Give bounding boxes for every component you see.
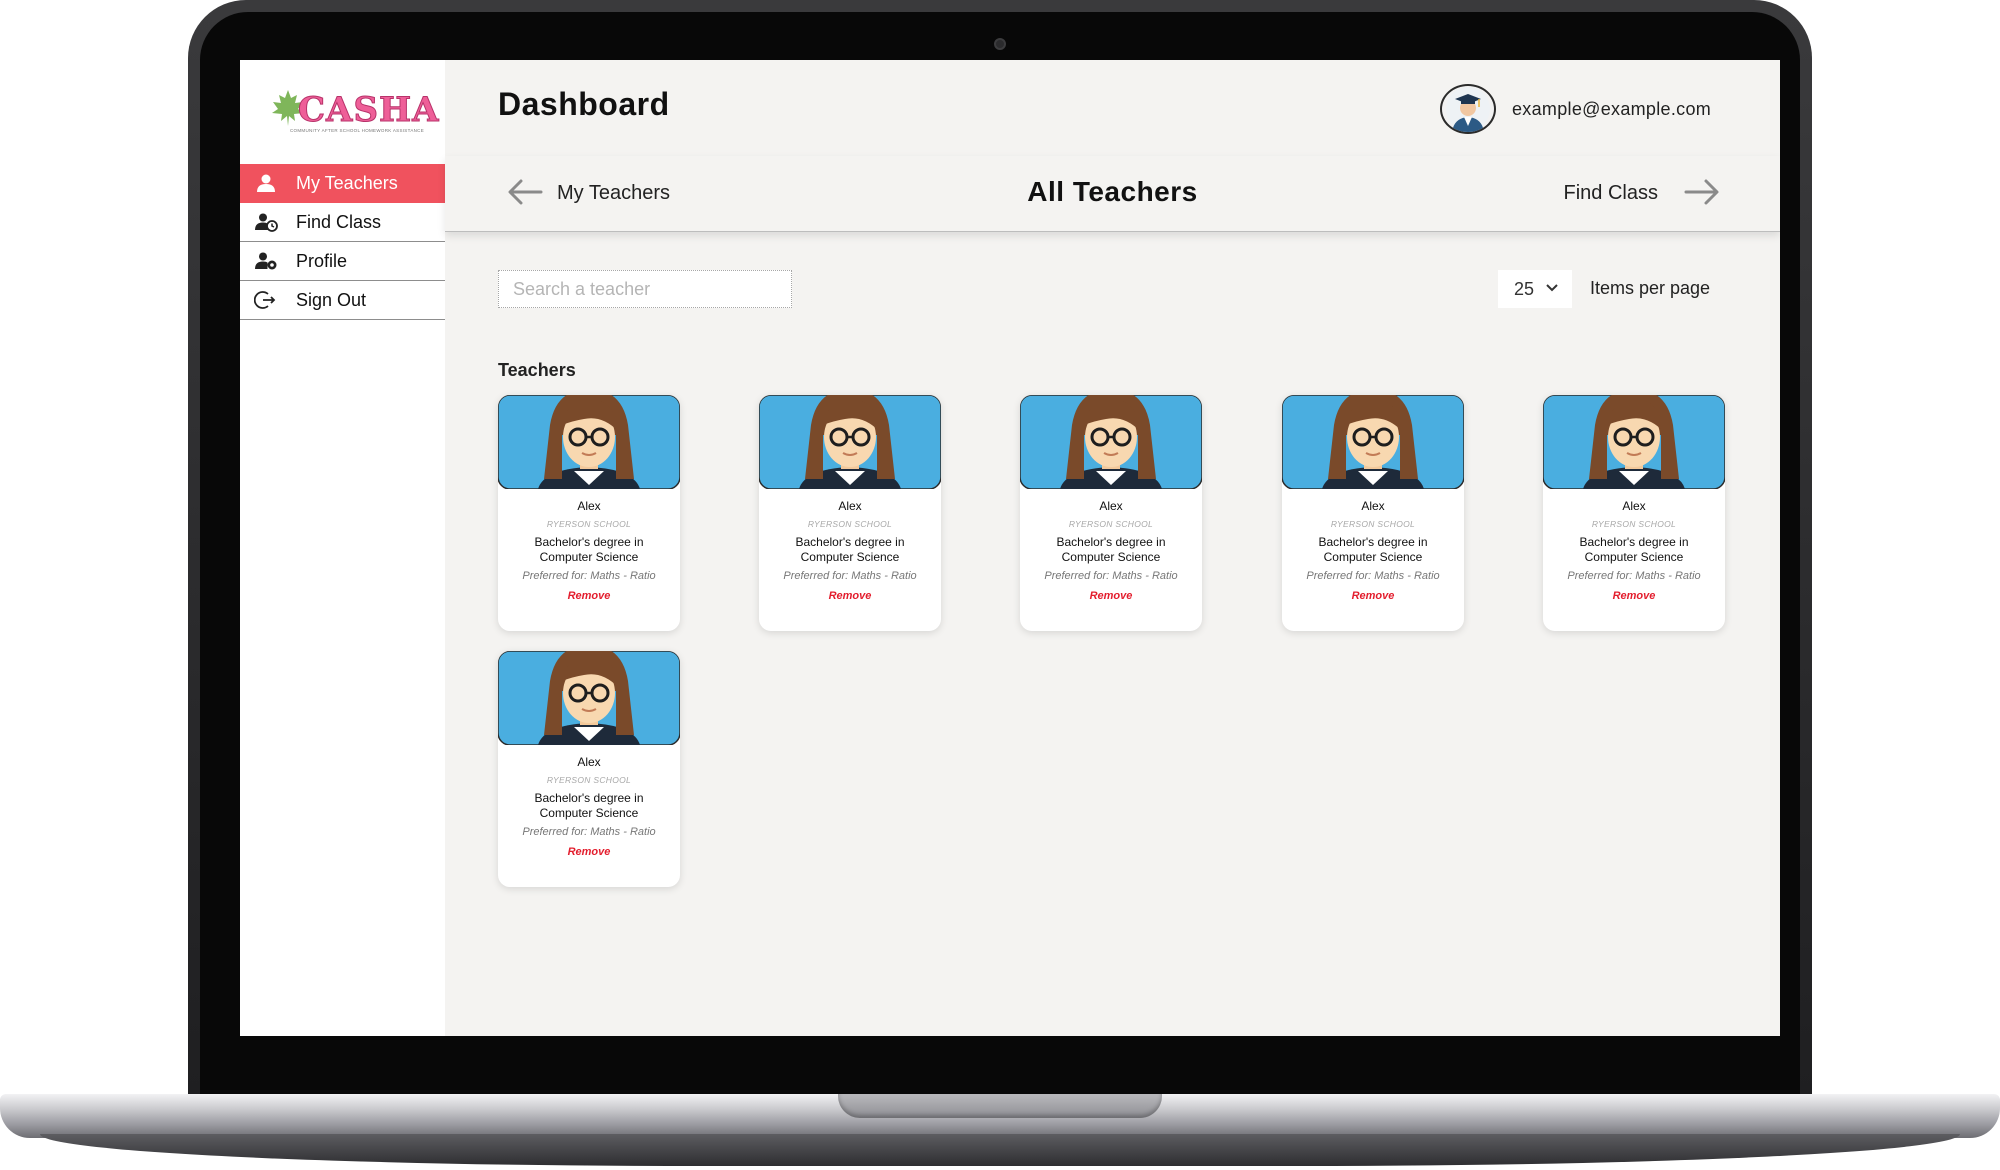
- search-input[interactable]: [498, 270, 792, 308]
- teacher-card[interactable]: Alex RYERSON SCHOOL Bachelor's degree in…: [498, 651, 680, 887]
- teacher-name: Alex: [1099, 499, 1123, 513]
- user-clock-icon: [255, 213, 278, 232]
- teacher-card[interactable]: Alex RYERSON SCHOOL Bachelor's degree in…: [1543, 395, 1725, 631]
- teacher-name: Alex: [1361, 499, 1385, 513]
- items-per-page-select[interactable]: 25: [1498, 270, 1572, 308]
- teacher-photo: [1282, 395, 1464, 490]
- teacher-photo: [1020, 395, 1202, 490]
- teacher-degree: Bachelor's degree in Computer Science: [1056, 535, 1166, 564]
- user-email: example@example.com: [1512, 98, 1712, 119]
- user-menu[interactable]: example@example.com: [1440, 84, 1711, 134]
- sidebar-item-label: My Teachers: [296, 172, 398, 193]
- avatar[interactable]: [1440, 84, 1496, 134]
- teacher-degree: Bachelor's degree in Computer Science: [1579, 535, 1689, 564]
- teacher-card[interactable]: Alex RYERSON SCHOOL Bachelor's degree in…: [498, 395, 680, 631]
- teacher-school: RYERSON SCHOOL: [807, 519, 893, 529]
- teacher-school: RYERSON SCHOOL: [1068, 519, 1154, 529]
- teacher-photo: [759, 395, 941, 490]
- sidebar-item-find-class[interactable]: Find Class: [240, 203, 445, 242]
- next-label[interactable]: Find Class: [1564, 182, 1658, 205]
- teacher-card[interactable]: Alex RYERSON SCHOOL Bachelor's degree in…: [1020, 395, 1202, 631]
- teacher-preferred: Preferred for: Maths - Ratio: [522, 826, 656, 838]
- logo-text: CASHA: [298, 90, 440, 131]
- remove-teacher-button[interactable]: Remove: [1613, 590, 1656, 602]
- teacher-avatar-icon: [759, 395, 941, 490]
- teacher-photo: [498, 651, 680, 746]
- sidebar-item-my-teachers[interactable]: My Teachers: [240, 164, 445, 203]
- teacher-school: RYERSON SCHOOL: [1330, 519, 1416, 529]
- app-screen: CASHA COMMUNITY AFTER SCHOOL HOMEWORK AS…: [240, 60, 1780, 1036]
- sidebar-item-label: Find Class: [296, 211, 382, 232]
- sidebar-item-label: Profile: [296, 250, 348, 271]
- teacher-name: Alex: [577, 755, 601, 769]
- sign-out-icon: [254, 291, 276, 309]
- sidebar: CASHA COMMUNITY AFTER SCHOOL HOMEWORK AS…: [240, 60, 445, 1036]
- teacher-avatar-icon: [498, 651, 680, 746]
- teacher-school: RYERSON SCHOOL: [1591, 519, 1677, 529]
- user-icon: [257, 174, 275, 192]
- teachers-section-label: Teachers: [498, 360, 576, 380]
- teacher-photo: [498, 395, 680, 490]
- teacher-degree: Bachelor's degree in Computer Science: [1318, 535, 1428, 564]
- teacher-preferred: Preferred for: Maths - Ratio: [1044, 570, 1178, 582]
- teacher-avatar-icon: [498, 395, 680, 490]
- teacher-school: RYERSON SCHOOL: [546, 519, 632, 529]
- laptop-base-bottom: [40, 1134, 1960, 1166]
- teacher-avatar-icon: [1543, 395, 1725, 490]
- items-per-page-label: Items per page: [1590, 278, 1711, 298]
- user-gear-icon: [255, 252, 277, 270]
- teacher-name: Alex: [838, 499, 862, 513]
- remove-teacher-button[interactable]: Remove: [568, 590, 611, 602]
- casha-logo[interactable]: CASHA COMMUNITY AFTER SCHOOL HOMEWORK AS…: [270, 88, 439, 136]
- teacher-avatar-icon: [1020, 395, 1202, 490]
- graduate-avatar-icon: [1446, 87, 1490, 132]
- teacher-degree: Bachelor's degree in Computer Science: [534, 791, 644, 820]
- chevron-down-icon: [1546, 284, 1558, 292]
- sidebar-item-label: Sign Out: [296, 289, 367, 310]
- teacher-photo: [1543, 395, 1725, 490]
- sidebar-nav: My Teachers Find Class Profile Sign Out: [240, 164, 445, 320]
- sidebar-item-profile[interactable]: Profile: [240, 242, 445, 281]
- logo-subtitle: COMMUNITY AFTER SCHOOL HOMEWORK ASSISTAN…: [290, 128, 425, 133]
- items-per-page-value: 25: [1514, 278, 1535, 299]
- teacher-degree: Bachelor's degree in Computer Science: [795, 535, 905, 564]
- remove-teacher-button[interactable]: Remove: [1090, 590, 1133, 602]
- page-title: Dashboard: [498, 86, 670, 122]
- subheader-bar: My Teachers All Teachers Find Class: [445, 156, 1780, 232]
- teacher-card[interactable]: Alex RYERSON SCHOOL Bachelor's degree in…: [1282, 395, 1464, 631]
- teacher-name: Alex: [577, 499, 601, 513]
- remove-teacher-button[interactable]: Remove: [1352, 590, 1395, 602]
- remove-teacher-button[interactable]: Remove: [829, 590, 872, 602]
- teacher-preferred: Preferred for: Maths - Ratio: [1567, 570, 1701, 582]
- teacher-preferred: Preferred for: Maths - Ratio: [783, 570, 917, 582]
- teacher-preferred: Preferred for: Maths - Ratio: [522, 570, 656, 582]
- teacher-avatar-icon: [1282, 395, 1464, 490]
- next-button[interactable]: [1682, 172, 1722, 212]
- teacher-school: RYERSON SCHOOL: [546, 775, 632, 785]
- remove-teacher-button[interactable]: Remove: [568, 846, 611, 858]
- arrow-right-icon: [1684, 179, 1719, 205]
- teacher-degree: Bachelor's degree in Computer Science: [534, 535, 644, 564]
- teacher-preferred: Preferred for: Maths - Ratio: [1306, 570, 1440, 582]
- laptop-notch: [838, 1094, 1162, 1118]
- teacher-card[interactable]: Alex RYERSON SCHOOL Bachelor's degree in…: [759, 395, 941, 631]
- teacher-name: Alex: [1622, 499, 1646, 513]
- laptop-frame: CASHA COMMUNITY AFTER SCHOOL HOMEWORK AS…: [0, 0, 2000, 1170]
- camera-icon: [994, 38, 1006, 50]
- sidebar-item-sign-out[interactable]: Sign Out: [240, 281, 445, 320]
